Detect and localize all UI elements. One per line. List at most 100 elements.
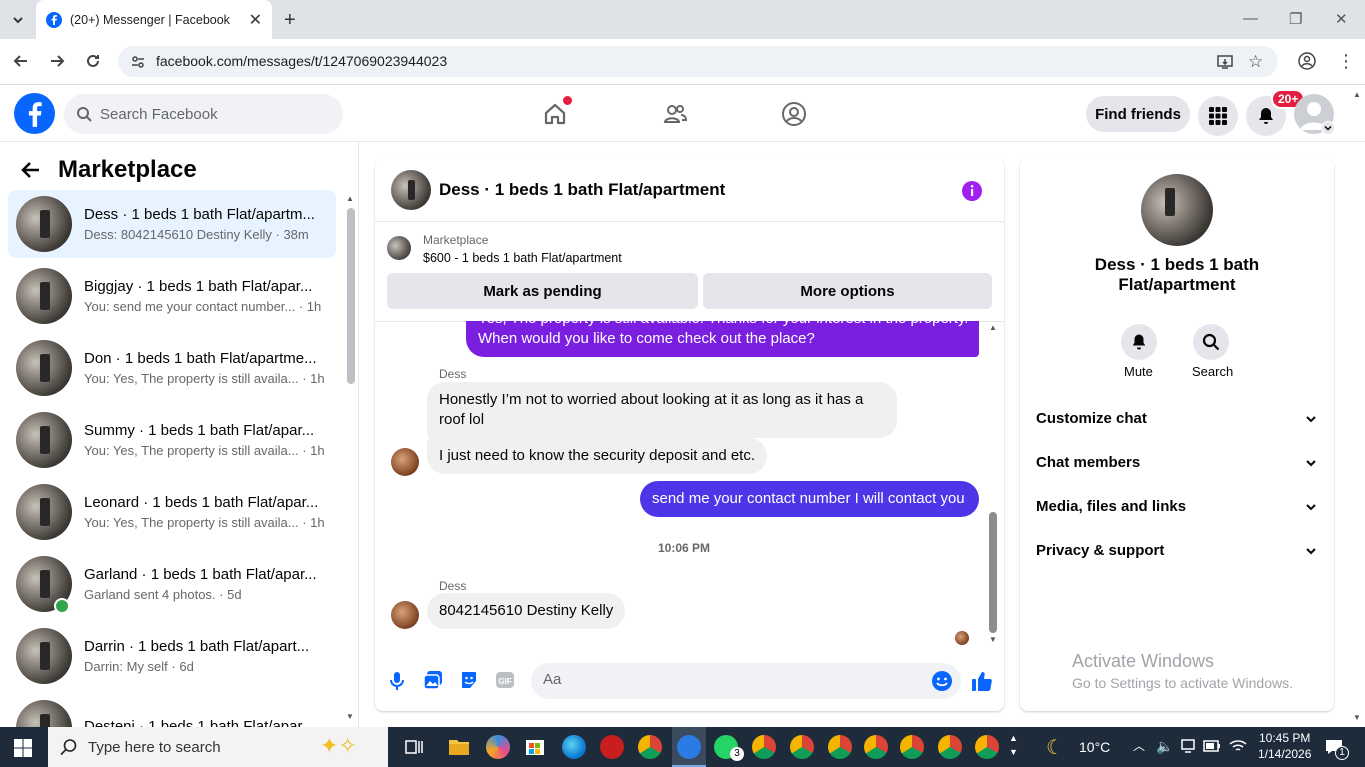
conversation-item[interactable]: Desteni · 1 beds 1 bath Flat/apar... xyxy=(8,694,336,727)
weather-temperature[interactable]: 10°C xyxy=(1079,739,1110,755)
back-arrow-icon[interactable] xyxy=(20,159,42,181)
microphone-icon[interactable] xyxy=(388,671,406,691)
page-scroll-down-icon[interactable]: ▼ xyxy=(1353,713,1361,722)
back-icon[interactable] xyxy=(12,52,30,70)
their-message-bubble[interactable]: Honestly I’m not to worried about lookin… xyxy=(427,382,897,438)
my-message-bubble[interactable]: Yes, The property is still available. Th… xyxy=(466,321,979,357)
media-files-links-row[interactable]: Media, files and links xyxy=(1036,498,1318,515)
page-scroll-up-icon[interactable]: ▲ xyxy=(1353,90,1361,99)
thumbs-up-icon[interactable] xyxy=(971,670,993,692)
chat-members-row[interactable]: Chat members xyxy=(1036,454,1318,471)
chrome-profile-icon[interactable] xyxy=(864,735,888,759)
message-input[interactable] xyxy=(543,671,903,688)
sender-avatar[interactable] xyxy=(391,448,419,476)
tray-chevron-up-icon[interactable]: ︿ xyxy=(1133,737,1145,754)
conversation-item[interactable]: Leonard · 1 beds 1 bath Flat/apar... You:… xyxy=(8,478,336,546)
info-icon[interactable] xyxy=(961,180,983,202)
account-chevron-down-icon[interactable] xyxy=(1321,121,1335,135)
battery-icon[interactable] xyxy=(1203,739,1221,753)
messenger-app-icon[interactable] xyxy=(677,735,701,759)
scroll-up-arrow-icon[interactable]: ▲ xyxy=(989,323,997,332)
wifi-icon[interactable] xyxy=(1229,738,1247,754)
security-app-icon[interactable] xyxy=(600,735,624,759)
listing-title[interactable]: $600 - 1 beds 1 bath Flat/apartment xyxy=(423,251,622,265)
address-bar[interactable]: facebook.com/messages/t/1247069023944023… xyxy=(118,46,1278,77)
close-window-icon[interactable]: ✕ xyxy=(1335,10,1348,28)
nav-groups[interactable] xyxy=(774,96,814,132)
microsoft-store-icon[interactable] xyxy=(524,735,546,757)
conversation-item[interactable]: Don · 1 beds 1 bath Flat/apartme... You: … xyxy=(8,334,336,402)
chrome-icon[interactable] xyxy=(638,735,662,759)
their-message-bubble[interactable]: I just need to know the security deposit… xyxy=(427,438,768,474)
edge-browser-icon[interactable] xyxy=(562,735,586,759)
install-app-icon[interactable] xyxy=(1216,53,1234,71)
menu-button[interactable] xyxy=(1198,96,1238,136)
taskbar-overflow-arrows[interactable]: ▲ ▼ xyxy=(1009,731,1018,759)
sender-avatar[interactable] xyxy=(391,601,419,629)
conversation-item[interactable]: Dess · 1 beds 1 bath Flat/apartm... Dess:… xyxy=(8,190,336,258)
sticker-icon[interactable] xyxy=(459,670,479,690)
chrome-profile-icon[interactable] xyxy=(828,735,852,759)
bookmark-star-icon[interactable]: ☆ xyxy=(1248,52,1263,72)
site-settings-icon[interactable] xyxy=(130,54,146,70)
close-tab-icon[interactable]: ✕ xyxy=(249,10,262,30)
conversation-list-scrollbar[interactable] xyxy=(347,208,355,384)
facebook-search[interactable] xyxy=(64,94,343,134)
photo-attach-icon[interactable] xyxy=(423,670,443,690)
mark-as-pending-button[interactable]: Mark as pending xyxy=(387,273,698,309)
windows-start-icon[interactable] xyxy=(14,739,32,757)
scroll-down-arrow-icon[interactable]: ▼ xyxy=(346,712,354,721)
more-options-button[interactable]: More options xyxy=(703,273,992,309)
chrome-profile-icon[interactable] xyxy=(790,735,814,759)
new-tab-icon[interactable]: + xyxy=(284,9,296,32)
customize-chat-row[interactable]: Customize chat xyxy=(1036,410,1318,427)
search-input[interactable] xyxy=(100,105,320,123)
forward-icon[interactable] xyxy=(48,52,66,70)
details-avatar[interactable] xyxy=(1141,174,1213,246)
tab-search-icon[interactable] xyxy=(10,12,26,28)
my-message-bubble[interactable]: send me your contact number I will conta… xyxy=(640,481,979,517)
conversation-item[interactable]: Biggjay · 1 beds 1 bath Flat/apar... You:… xyxy=(8,262,336,330)
message-input-box[interactable] xyxy=(531,663,961,699)
reload-icon[interactable] xyxy=(84,52,102,70)
mute-button[interactable] xyxy=(1121,324,1157,360)
find-friends-button[interactable]: Find friends xyxy=(1086,96,1190,132)
gif-icon[interactable]: GIF xyxy=(495,671,515,689)
conversation-item[interactable]: Darrin · 1 beds 1 bath Flat/apart... Darr… xyxy=(8,622,336,690)
minimize-icon[interactable]: — xyxy=(1243,10,1258,27)
taskbar-clock[interactable]: 10:45 PM 1/14/2026 xyxy=(1258,730,1311,762)
message-thread-scrollbar[interactable] xyxy=(989,512,997,633)
chat-avatar[interactable] xyxy=(391,169,431,210)
browser-tab-messenger[interactable]: (20+) Messenger | Facebook ✕ xyxy=(36,0,272,39)
chrome-profile-icon[interactable] xyxy=(752,735,776,759)
conversation-item[interactable]: Summy · 1 beds 1 bath Flat/apar... You: Y… xyxy=(8,406,336,474)
chrome-profile-icon[interactable] xyxy=(975,735,999,759)
browser-menu-icon[interactable]: ⋮ xyxy=(1337,51,1355,72)
nav-friends[interactable] xyxy=(655,96,695,132)
chat-title[interactable]: Dess · 1 beds 1 bath Flat/apartment xyxy=(439,180,725,200)
taskbar-search-input[interactable] xyxy=(88,738,308,756)
conversation-item[interactable]: Garland · 1 beds 1 bath Flat/apar... Garl… xyxy=(8,550,336,618)
listing-thumbnail[interactable] xyxy=(387,236,411,260)
scroll-up-arrow-icon[interactable]: ▲ xyxy=(346,194,354,203)
display-icon[interactable] xyxy=(1181,738,1195,754)
restore-icon[interactable]: ❐ xyxy=(1289,10,1302,28)
nav-home[interactable] xyxy=(535,96,575,132)
file-explorer-icon[interactable] xyxy=(448,737,470,757)
privacy-support-row[interactable]: Privacy & support xyxy=(1036,542,1318,559)
emoji-icon[interactable] xyxy=(931,670,953,692)
search-highlight-sparkle-icon[interactable]: ✦✧ xyxy=(320,733,357,759)
moon-weather-icon[interactable]: ☾ xyxy=(1046,735,1064,760)
taskbar-search[interactable]: ✦✧ xyxy=(48,727,388,767)
search-icon xyxy=(1202,333,1220,351)
search-in-chat-button[interactable] xyxy=(1193,324,1229,360)
speaker-icon[interactable]: 🔈 xyxy=(1156,738,1173,755)
scroll-down-arrow-icon[interactable]: ▼ xyxy=(989,635,997,644)
facebook-logo-icon[interactable] xyxy=(14,93,55,134)
profile-icon[interactable] xyxy=(1298,52,1316,70)
chrome-profile-icon[interactable] xyxy=(900,735,924,759)
their-message-bubble[interactable]: 8042145610 Destiny Kelly xyxy=(427,593,626,629)
chrome-profile-icon[interactable] xyxy=(938,735,962,759)
copilot-icon[interactable] xyxy=(486,735,510,759)
task-view-icon[interactable] xyxy=(404,737,424,757)
